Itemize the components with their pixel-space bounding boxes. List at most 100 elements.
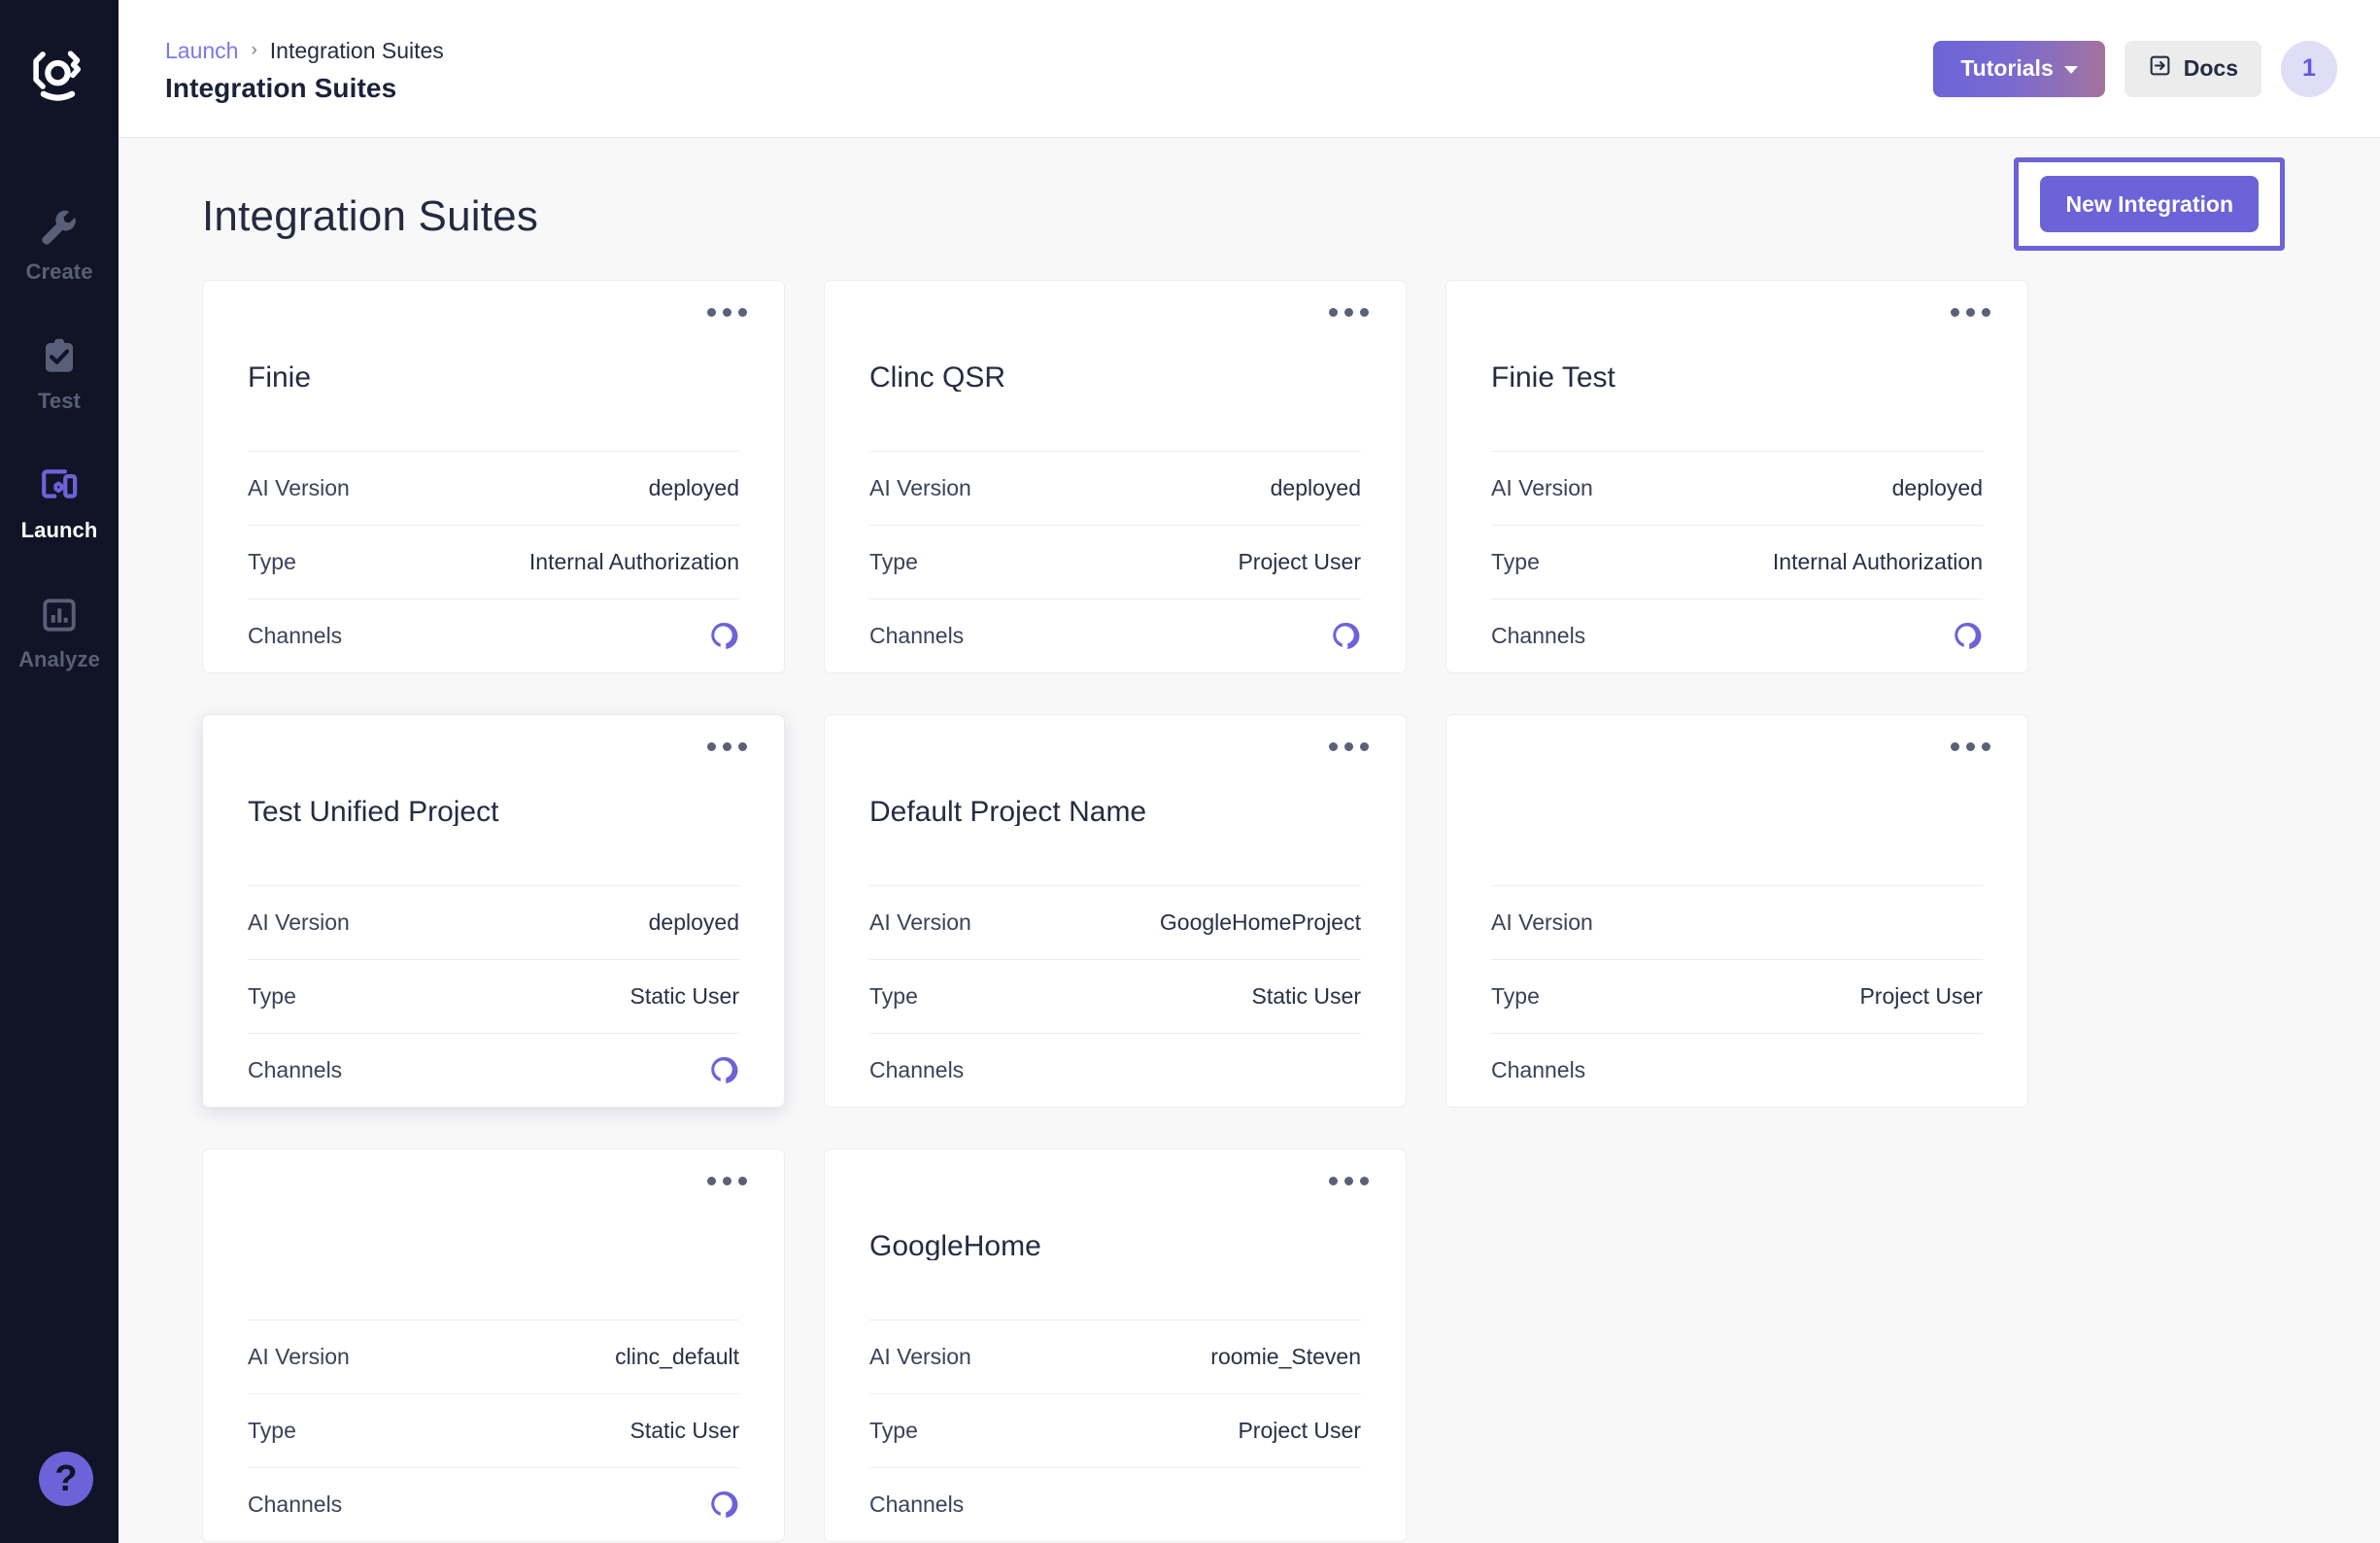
content-area: Integration Suites New Integration Finie…: [119, 138, 2380, 1543]
card-detail-rows: AI Version deployed Type Static User Channel…: [248, 885, 739, 1107]
alexa-icon: [711, 1491, 738, 1518]
card-row-channels: Channels: [248, 599, 739, 672]
card-row-value: Static User: [1251, 983, 1361, 1009]
card-detail-rows: AI Version GoogleHomeProject Type Static Us…: [869, 885, 1361, 1107]
card-row-value: clinc_default: [615, 1344, 739, 1369]
card-detail-rows: AI Version deployed Type Internal Authoriza…: [248, 451, 739, 672]
integration-card[interactable]: AI Version Type Project User Channels: [1445, 714, 2028, 1108]
app-root: Create Test Launch Analyze ? Launch › In…: [0, 0, 2380, 1543]
card-row-channels: Channels: [248, 1467, 739, 1541]
card-detail-rows: AI Version Type Project User Channels: [1491, 885, 1983, 1107]
card-row-label: Channels: [869, 1492, 965, 1517]
clinc-logo-icon[interactable]: [23, 41, 95, 113]
tutorials-button[interactable]: Tutorials: [1933, 40, 2105, 97]
card-menu-icon[interactable]: [707, 1177, 747, 1185]
sidebar-item-create[interactable]: Create: [0, 202, 119, 285]
chevron-down-icon: [2063, 66, 2078, 74]
content-heading: Integration Suites: [202, 192, 539, 240]
card-row-label: Channels: [1491, 623, 1586, 648]
card-row-ai-version: AI Version: [1491, 885, 1983, 959]
card-row-label: AI Version: [869, 475, 971, 500]
sidebar-item-analyze[interactable]: Analyze: [0, 590, 119, 672]
card-row-channels: Channels: [869, 1467, 1361, 1541]
sidebar: Create Test Launch Analyze ?: [0, 0, 119, 1543]
topbar: Launch › Integration Suites Integration …: [119, 0, 2380, 138]
integration-card-grid: Finie AI Version deployed Type Internal Auth…: [177, 280, 2322, 1542]
docs-button[interactable]: Docs: [2124, 40, 2261, 97]
card-row-ai-version: AI Version deployed: [248, 885, 739, 959]
card-channel-icons: [707, 1489, 739, 1521]
new-integration-highlight: New Integration: [2014, 157, 2285, 251]
card-menu-icon[interactable]: [1329, 1177, 1369, 1185]
card-row-value: Static User: [629, 1418, 739, 1443]
card-row-value: Internal Authorization: [528, 549, 739, 574]
card-row-label: Channels: [869, 623, 965, 648]
card-row-value: Project User: [1859, 983, 1983, 1009]
card-row-label: AI Version: [248, 475, 350, 500]
card-row-ai-version: AI Version deployed: [1491, 451, 1983, 525]
card-title: Finie Test: [1491, 361, 1615, 392]
card-row-label: AI Version: [869, 909, 971, 935]
docs-label: Docs: [2183, 55, 2238, 81]
card-row-value: Static User: [629, 983, 739, 1009]
card-row-channels: Channels: [869, 599, 1361, 672]
bar-chart-icon: [34, 590, 85, 640]
sidebar-item-label: Launch: [20, 518, 98, 542]
avatar[interactable]: 1: [2281, 40, 2337, 97]
card-menu-icon[interactable]: [707, 742, 747, 751]
integration-card[interactable]: Finie AI Version deployed Type Internal Auth…: [202, 280, 785, 673]
sidebar-item-launch[interactable]: Launch: [0, 461, 119, 543]
breadcrumb-link-launch[interactable]: Launch: [165, 38, 238, 64]
page-title: Integration Suites: [165, 72, 397, 103]
card-menu-icon[interactable]: [1329, 308, 1369, 317]
integration-card[interactable]: Finie Test AI Version deployed Type Internal…: [1445, 280, 2028, 673]
card-menu-icon[interactable]: [1951, 308, 1990, 317]
alexa-icon: [711, 622, 738, 649]
card-row-type: Type Static User: [248, 959, 739, 1033]
card-row-label: Channels: [248, 623, 343, 648]
sidebar-nav: Create Test Launch Analyze: [0, 202, 119, 672]
card-title: GoogleHome: [869, 1230, 1041, 1260]
card-row-label: Type: [248, 1418, 296, 1443]
card-detail-rows: AI Version deployed Type Internal Authoriza…: [1491, 451, 1983, 672]
card-menu-icon[interactable]: [707, 308, 747, 317]
card-row-label: Channels: [869, 1057, 965, 1082]
integration-card[interactable]: Default Project Name AI Version GoogleHome…: [824, 714, 1407, 1108]
card-row-label: Channels: [248, 1492, 343, 1517]
card-title: Clinc QSR: [869, 361, 1006, 392]
card-row-label: Type: [248, 549, 296, 574]
integration-card[interactable]: GoogleHome AI Version roomie_Steven Type Pro…: [824, 1149, 1407, 1542]
card-row-type: Type Internal Authorization: [248, 525, 739, 599]
card-row-label: AI Version: [869, 1344, 971, 1369]
card-menu-icon[interactable]: [1951, 742, 1990, 751]
card-row-channels: Channels: [1491, 599, 1983, 672]
card-row-label: Type: [1491, 983, 1540, 1009]
card-row-label: Channels: [1491, 1057, 1586, 1082]
card-row-value: deployed: [1270, 475, 1361, 500]
card-channel-icons: [707, 620, 739, 652]
card-title: Default Project Name: [869, 796, 1147, 826]
integration-card[interactable]: Clinc QSR AI Version deployed Type Project U…: [824, 280, 1407, 673]
sidebar-item-test[interactable]: Test: [0, 331, 119, 414]
card-channel-icons: [1951, 620, 1983, 652]
card-row-channels: Channels: [1491, 1033, 1983, 1107]
card-detail-rows: AI Version clinc_default Type Static User Ch…: [248, 1320, 739, 1541]
card-row-type: Type Static User: [869, 959, 1361, 1033]
breadcrumb-current: Integration Suites: [269, 37, 444, 63]
card-row-type: Type Internal Authorization: [1491, 525, 1983, 599]
card-title: Finie: [248, 361, 312, 392]
card-channel-icons: [707, 1054, 739, 1086]
help-button[interactable]: ?: [39, 1452, 93, 1506]
topbar-right: Tutorials Docs 1: [1933, 40, 2337, 97]
new-integration-button[interactable]: New Integration: [2040, 176, 2259, 232]
card-row-type: Type Project User: [1491, 959, 1983, 1033]
integration-card[interactable]: Test Unified Project AI Version deployed Ty…: [202, 714, 785, 1108]
card-row-ai-version: AI Version clinc_default: [248, 1320, 739, 1393]
card-row-label: Type: [869, 1418, 918, 1443]
card-row-label: Channels: [248, 1057, 343, 1082]
card-menu-icon[interactable]: [1329, 742, 1369, 751]
card-detail-rows: AI Version deployed Type Project User Channe…: [869, 451, 1361, 672]
card-row-label: AI Version: [248, 1344, 350, 1369]
integration-card[interactable]: AI Version clinc_default Type Static User Ch…: [202, 1149, 785, 1542]
card-row-value: GoogleHomeProject: [1159, 909, 1361, 935]
